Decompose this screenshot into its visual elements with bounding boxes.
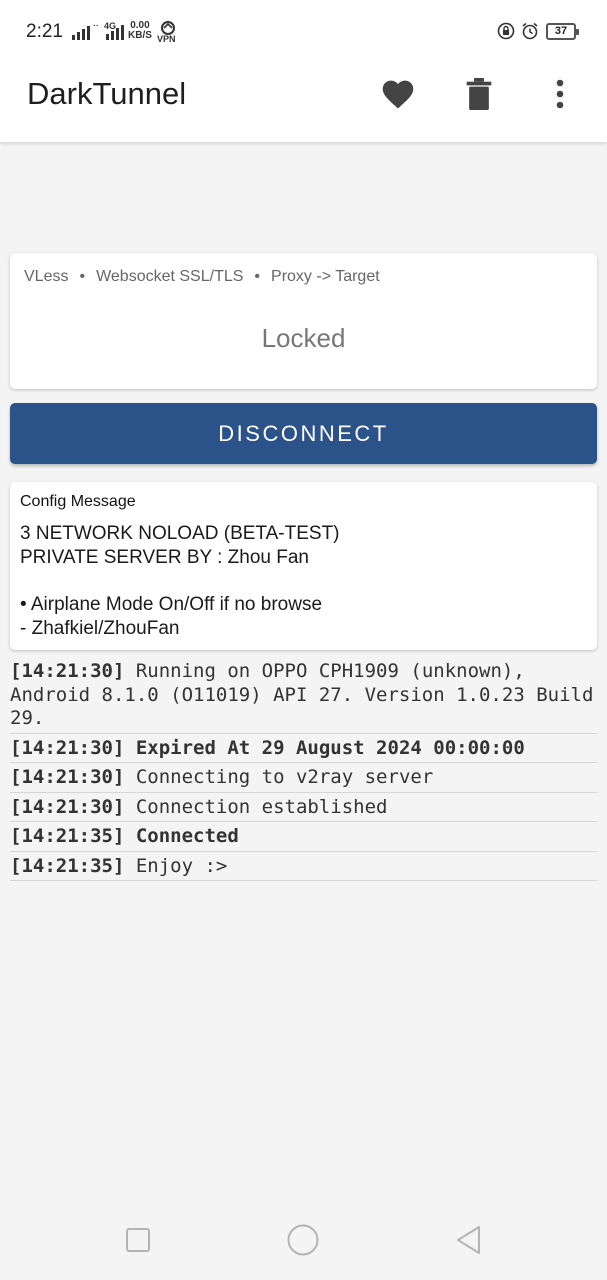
log-time: [14:21:35]: [10, 854, 125, 877]
tag-separator: •: [254, 268, 261, 285]
network-speed-unit: KB/S: [128, 30, 152, 41]
wifi-calling-icon: ᐧᐧ: [93, 21, 99, 31]
signal-icon: [72, 22, 90, 40]
config-message-title: Config Message: [20, 493, 136, 510]
recent-apps-icon[interactable]: [118, 1220, 158, 1260]
log-time: [14:21:30]: [10, 795, 125, 818]
config-message-line: PRIVATE SERVER BY : Zhou Fan: [20, 547, 309, 568]
tunnel-card[interactable]: VLess • Websocket SSL/TLS • Proxy -> Target …: [10, 253, 597, 389]
log-time: [14:21:35]: [10, 825, 125, 847]
status-bar: 2:21 ᐧᐧ 4G 0.00 KB/S VPN 37: [0, 0, 607, 62]
alarm-icon: [521, 22, 539, 40]
log-entry: [14:21:30] Expired At 29 August 2024 00:…: [10, 734, 597, 763]
signal-icon-2: [106, 22, 124, 40]
app-title: DarkTunnel: [27, 76, 187, 111]
heart-icon[interactable]: [379, 76, 417, 112]
log-message: Connected: [135, 825, 239, 847]
vpn-label: VPN: [157, 34, 176, 44]
status-time: 2:21: [26, 21, 63, 42]
log-time: [14:21:30]: [10, 766, 125, 788]
config-message-line: 3 NETWORK NOLOAD (BETA-TEST): [20, 523, 340, 544]
log-message: Enjoy :>: [135, 854, 228, 877]
trash-icon[interactable]: [465, 76, 493, 112]
log-entry: [14:21:35] Enjoy :>: [10, 852, 597, 881]
config-message-line: • Airplane Mode On/Off if no browse: [20, 594, 323, 615]
back-icon[interactable]: [449, 1220, 489, 1260]
tag-protocol: VLess: [24, 268, 69, 285]
log-entry: [14:21:30] Connection established: [10, 793, 597, 822]
tag-separator: •: [79, 268, 86, 285]
log-entry: [14:21:35] Connected: [10, 822, 597, 852]
tag-mode: Proxy -> Target: [271, 268, 380, 285]
log-message: Connection established: [135, 795, 388, 818]
vpn-icon: VPN: [157, 20, 179, 44]
log-time: [14:21:30]: [10, 660, 125, 682]
log-message: Connecting to v2ray server: [135, 766, 434, 788]
home-icon[interactable]: [283, 1220, 323, 1260]
battery-level: 37: [554, 25, 568, 37]
config-message-line: - Zhafkiel/ZhouFan: [20, 618, 180, 639]
connection-log[interactable]: [14:21:30] Running on OPPO CPH1909 (unkn…: [10, 660, 597, 881]
lock-rotation-icon: [497, 22, 515, 40]
tag-transport: Websocket SSL/TLS: [96, 268, 244, 285]
battery-indicator: 37: [546, 23, 579, 40]
log-entry: [14:21:30] Connecting to v2ray server: [10, 763, 597, 793]
tunnel-tags: VLess • Websocket SSL/TLS • Proxy -> Target: [24, 268, 380, 286]
log-entry: [14:21:30] Running on OPPO CPH1909 (unkn…: [10, 660, 597, 734]
log-time: [14:21:30]: [10, 736, 125, 759]
log-message: Expired At 29 August 2024 00:00:00: [135, 736, 525, 759]
config-message-card: Config Message 3 NETWORK NOLOAD (BETA-TE…: [10, 482, 597, 650]
tunnel-status: Locked: [261, 323, 346, 353]
network-speed: 0.00 KB/S: [128, 21, 152, 41]
disconnect-button[interactable]: DISCONNECT: [10, 403, 597, 464]
more-vert-icon[interactable]: [550, 76, 570, 112]
top-bar: 2:21 ᐧᐧ 4G 0.00 KB/S VPN 37 DarkTunnel: [0, 0, 607, 142]
